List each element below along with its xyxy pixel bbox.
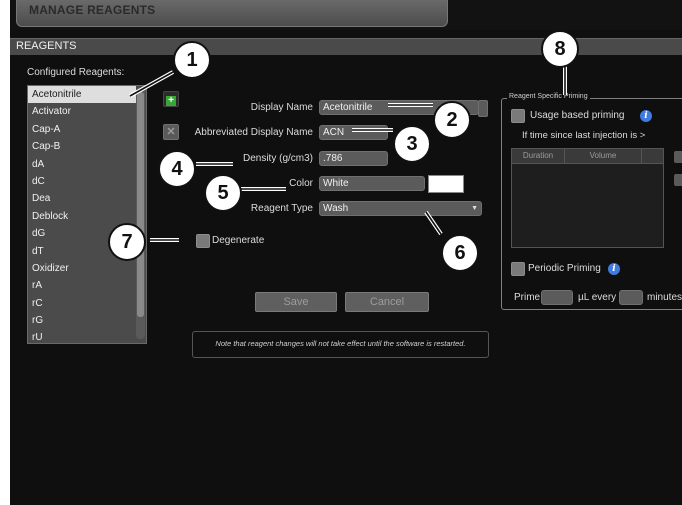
callout-4: 4	[158, 150, 196, 188]
callout-7: 7	[108, 223, 146, 261]
callout-6: 6	[441, 234, 479, 272]
callout-2: 2	[433, 101, 471, 139]
callout-leaders	[129, 62, 567, 242]
callout-5: 5	[204, 174, 242, 212]
callout-3: 3	[393, 125, 431, 163]
callout-1: 1	[173, 41, 211, 79]
callout-8: 8	[541, 30, 579, 68]
